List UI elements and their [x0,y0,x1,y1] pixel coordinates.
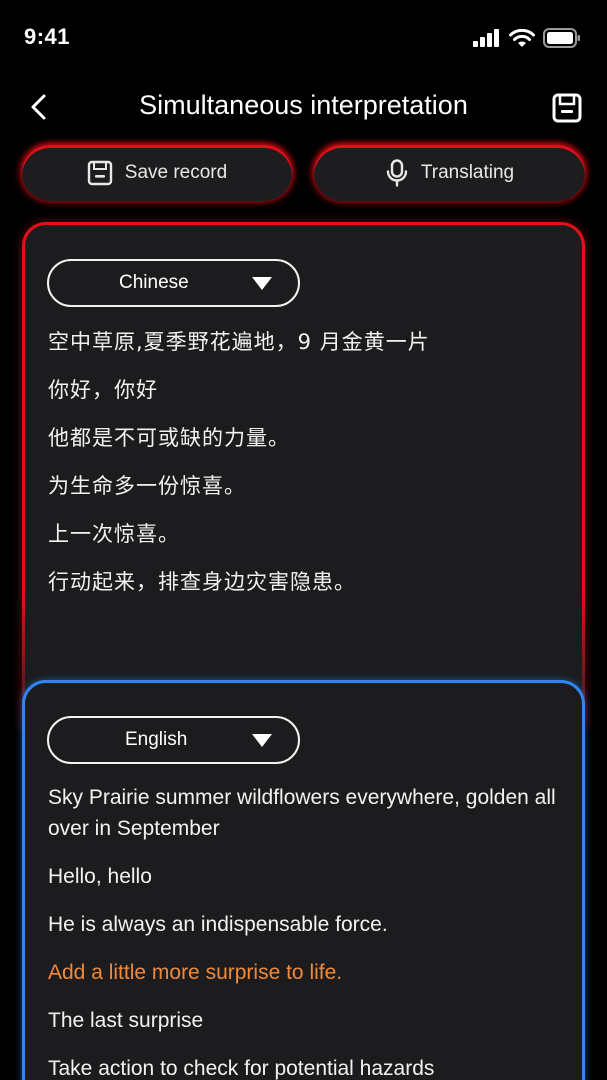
target-line: Hello, hello [48,865,152,888]
save-record-label: Save record [124,162,228,183]
status-icons [473,26,581,50]
signal-icon [473,29,499,47]
target-line: Sky Prairie summer wildflowers everywher… [48,786,556,840]
source-lines: 空中草原,夏季野花遍地，9 月金黄一片 你好，你好 他都是不可或缺的力量。 为生… [48,327,562,615]
translating-label: Translating [420,162,515,183]
floppy-icon [87,160,112,186]
caret-down-icon [252,734,272,747]
source-line: 空中草原,夏季野花遍地，9 月金黄一片 [48,330,430,354]
source-language-label: Chinese [119,272,189,293]
wifi-icon [509,28,535,47]
source-line: 行动起来，排查身边灾害隐患。 [48,570,356,594]
nav-bar: Simultaneous interpretation [0,80,607,136]
status-time: 9:41 [24,24,71,49]
status-bar: 9:41 [0,0,607,76]
target-language-label: English [125,729,188,750]
translating-button[interactable]: Translating [314,145,585,201]
source-line: 他都是不可或缺的力量。 [48,426,290,450]
target-line: The last surprise [48,1009,204,1032]
battery-icon [543,28,580,48]
save-record-button[interactable]: Save record [22,145,292,201]
source-line: 上一次惊喜。 [48,522,180,546]
source-language-select[interactable]: Chinese [47,259,300,307]
save-icon[interactable] [551,92,583,124]
caret-down-icon [252,277,272,290]
target-line: Take action to check for potential hazar… [48,1057,435,1080]
target-language-select[interactable]: English [47,716,300,764]
source-transcript-card: Chinese 空中草原,夏季野花遍地，9 月金黄一片 你好，你好 他都是不可或… [22,222,585,742]
source-line: 你好，你好 [48,378,158,402]
microphone-icon [386,159,408,187]
target-line-highlighted: Add a little more surprise to life. [48,961,343,984]
target-transcript-card: English Sky Prairie summer wildflowers e… [22,680,585,1080]
source-line: 为生命多一份惊喜。 [48,474,246,498]
target-line: He is always an indispensable force. [48,913,388,936]
page-title: Simultaneous interpretation [139,90,468,120]
target-lines: Sky Prairie summer wildflowers everywher… [48,782,562,1080]
